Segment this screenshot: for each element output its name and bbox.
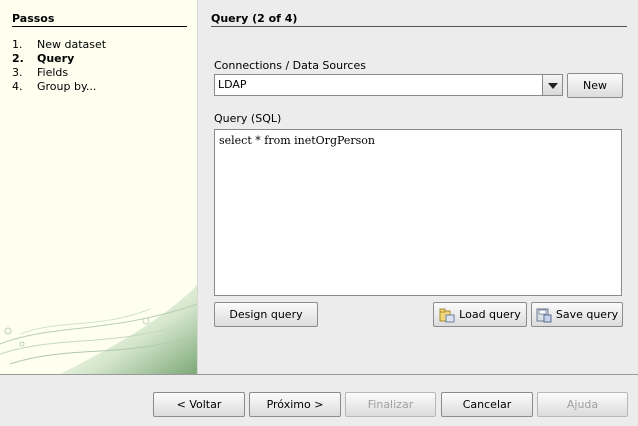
step-item-active: 2. Query bbox=[12, 52, 106, 66]
load-query-label: Load query bbox=[459, 308, 521, 321]
cancel-button[interactable]: Cancelar bbox=[441, 392, 533, 417]
step-label: Group by... bbox=[37, 80, 97, 93]
step-label: New dataset bbox=[37, 38, 107, 51]
folder-open-icon bbox=[439, 308, 455, 322]
step-label: Query bbox=[37, 52, 75, 65]
query-label: Query (SQL) bbox=[214, 112, 282, 125]
footer-divider bbox=[0, 374, 638, 375]
back-button-label: < Voltar bbox=[176, 398, 222, 411]
finish-button-label: Finalizar bbox=[367, 398, 414, 411]
query-textarea[interactable]: select * from inetOrgPerson bbox=[214, 129, 622, 296]
connection-value: LDAP bbox=[218, 78, 247, 91]
next-button-label: Próximo > bbox=[266, 398, 324, 411]
step-item: 1. New dataset bbox=[12, 38, 106, 52]
design-query-button[interactable]: Design query bbox=[214, 302, 318, 327]
step-number: 2. bbox=[12, 52, 24, 65]
next-button[interactable]: Próximo > bbox=[249, 392, 341, 417]
page-title: Query (2 of 4) bbox=[211, 12, 627, 27]
sidebar-title: Passos bbox=[12, 12, 187, 27]
save-query-button[interactable]: Save query bbox=[531, 302, 623, 327]
step-label: Fields bbox=[37, 66, 69, 79]
connections-label: Connections / Data Sources bbox=[214, 59, 366, 72]
finish-button[interactable]: Finalizar bbox=[345, 392, 436, 417]
back-button[interactable]: < Voltar bbox=[153, 392, 245, 417]
help-button[interactable]: Ajuda bbox=[537, 392, 628, 417]
step-item: 3. Fields bbox=[12, 66, 106, 80]
sidebar-decoration bbox=[0, 285, 197, 374]
connection-select[interactable]: LDAP bbox=[214, 74, 563, 96]
cancel-button-label: Cancelar bbox=[462, 398, 512, 411]
step-number: 4. bbox=[12, 80, 23, 93]
load-query-button[interactable]: Load query bbox=[433, 302, 527, 327]
step-item: 4. Group by... bbox=[12, 80, 106, 94]
wizard-sidebar: Passos 1. New dataset 2. Query 3. Fields 4.… bbox=[0, 0, 198, 374]
step-number: 3. bbox=[12, 66, 23, 79]
save-query-label: Save query bbox=[555, 308, 619, 321]
help-button-label: Ajuda bbox=[566, 398, 599, 411]
step-number: 1. bbox=[12, 38, 23, 51]
save-disk-icon bbox=[536, 308, 552, 322]
chevron-down-icon[interactable] bbox=[542, 75, 562, 95]
new-connection-button[interactable]: New bbox=[567, 73, 623, 98]
steps-list: 1. New dataset 2. Query 3. Fields 4. Group b… bbox=[12, 38, 106, 94]
